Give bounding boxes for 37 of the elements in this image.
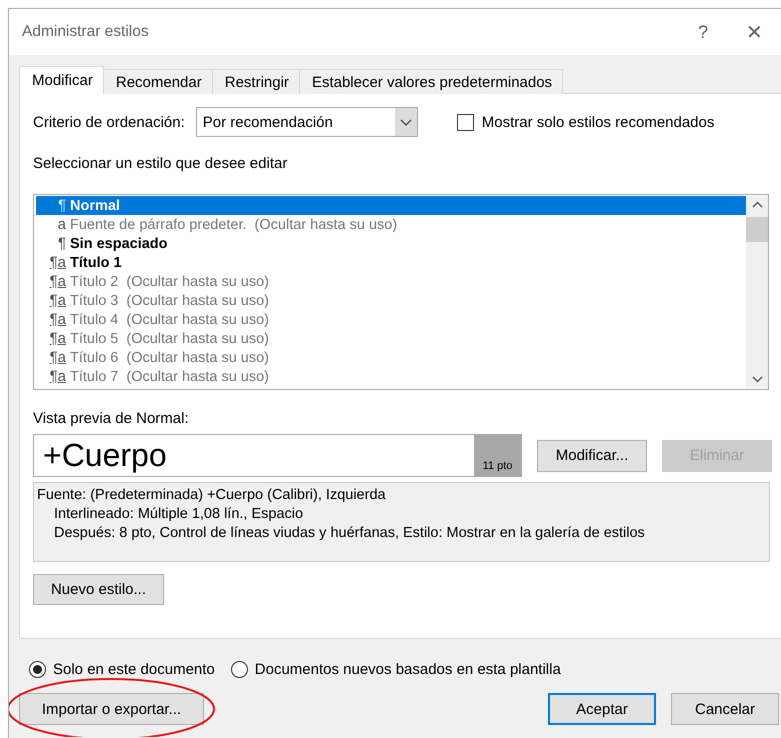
style-item[interactable]: a Fuente de párrafo predeter. (Ocultar hasta su uso) bbox=[36, 215, 746, 234]
ok-button[interactable]: Aceptar bbox=[548, 693, 656, 725]
tab[interactable]: Recomendar bbox=[102, 69, 213, 94]
preview-label: Vista previa de Normal: bbox=[33, 410, 190, 427]
style-item[interactable]: ¶a Título 4 (Ocultar hasta su uso) bbox=[36, 310, 746, 329]
recommended-checkbox[interactable]: Mostrar solo estilos recomendados bbox=[456, 114, 714, 130]
sort-label: Criterio de ordenación: bbox=[33, 114, 185, 130]
new-style-button[interactable]: Nuevo estilo... bbox=[33, 574, 164, 605]
style-item[interactable]: ¶ Normal bbox=[36, 196, 746, 215]
style-item[interactable]: ¶a Título 5 (Ocultar hasta su uso) bbox=[36, 329, 746, 348]
modify-button[interactable]: Modificar... bbox=[537, 440, 647, 472]
scrollbar[interactable] bbox=[746, 196, 768, 388]
size-tag: 11 pto bbox=[474, 435, 521, 476]
tab[interactable]: Restringir bbox=[212, 69, 300, 94]
style-item[interactable]: ¶a Título 7 (Ocultar hasta su uso) bbox=[36, 367, 746, 386]
import-export-button[interactable]: Importar o exportar... bbox=[19, 693, 204, 725]
style-item[interactable]: ¶a Título 6 (Ocultar hasta su uso) bbox=[36, 348, 746, 367]
cancel-button[interactable]: Cancelar bbox=[671, 693, 779, 725]
caret-icon bbox=[394, 108, 417, 136]
list-label: Seleccionar un estilo que desee editar bbox=[33, 155, 288, 172]
tab[interactable]: Establecer valores predeterminados bbox=[298, 69, 564, 94]
description-text: Interlineado: Múltiple 1,08 lín., Espacio bbox=[53, 505, 304, 524]
style-item[interactable]: ¶ Sin espaciado bbox=[36, 234, 746, 253]
sort-dropdown[interactable]: Por recomendación bbox=[196, 107, 418, 137]
description-text: Después: 8 pto, Control de líneas viudas y huérfanas, Estilo: Mostrar en la galería de estilos bbox=[53, 524, 646, 543]
style-item[interactable]: ¶a Título 2 (Ocultar hasta su uso) bbox=[36, 272, 746, 291]
style-item[interactable]: ¶a Título 1 bbox=[36, 253, 746, 272]
close-button[interactable]: ✕ bbox=[738, 20, 771, 44]
tab[interactable]: Modificar bbox=[19, 66, 104, 94]
style-preview: +Cuerpo 11 pto bbox=[33, 434, 522, 477]
style-item[interactable]: ¶a Título 3 (Ocultar hasta su uso) bbox=[36, 291, 746, 310]
window-title: Administrar estilos bbox=[22, 23, 149, 41]
description-text: Fuente: (Predeterminada) +Cuerpo (Calibri), Izquierda bbox=[37, 486, 387, 505]
scroll-thumb[interactable] bbox=[746, 217, 768, 242]
scope-radio[interactable]: Solo en este documento bbox=[29, 660, 215, 678]
help-button[interactable]: ? bbox=[690, 20, 716, 44]
scope-radio[interactable]: Documentos nuevos basados en esta plantilla bbox=[230, 660, 561, 678]
